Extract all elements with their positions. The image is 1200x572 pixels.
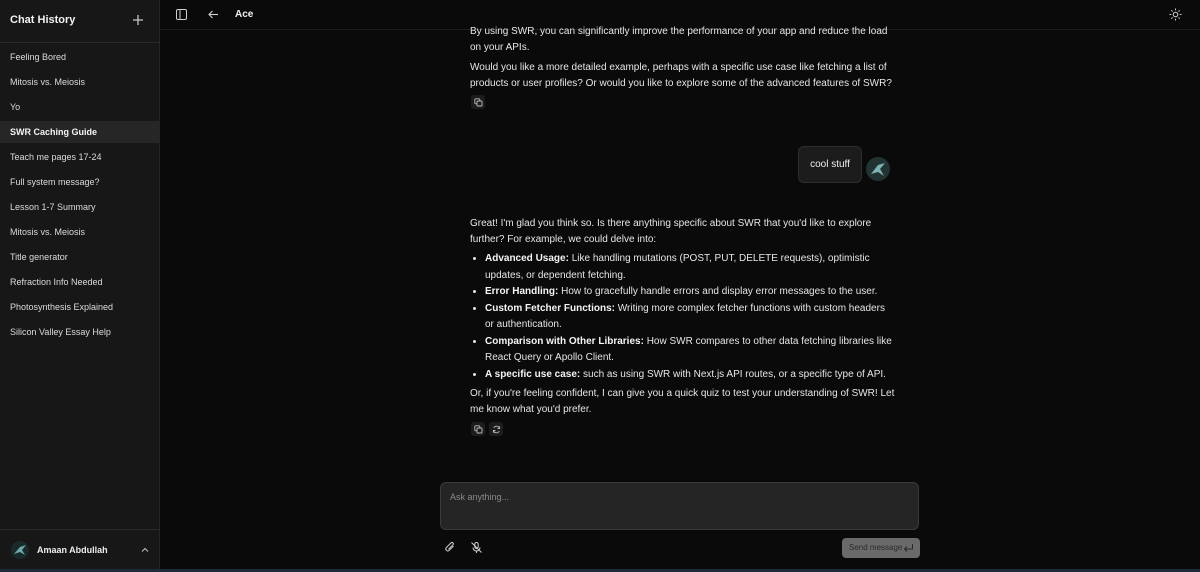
list-item: A specific use case: such as using SWR w…	[485, 367, 895, 384]
list-item: Advanced Usage: Like handling mutations …	[485, 251, 895, 284]
message-paragraph: Would you like a more detailed example, …	[470, 62, 892, 89]
copy-button[interactable]	[471, 95, 485, 109]
sidebar-item[interactable]: Full system message?	[0, 171, 159, 193]
sidebar-item[interactable]: Lesson 1-7 Summary	[0, 196, 159, 218]
sidebar-item[interactable]: Refraction Info Needed	[0, 271, 159, 293]
sidebar-header: Chat History	[0, 0, 159, 43]
list-item: Error Handling: How to gracefully handle…	[485, 284, 895, 301]
paperclip-icon[interactable]	[444, 541, 457, 554]
sidebar-item[interactable]: Mitosis vs. Meiosis	[0, 71, 159, 93]
sidebar-item[interactable]: Mitosis vs. Meiosis	[0, 221, 159, 243]
copy-icon	[473, 424, 482, 433]
sidebar-item[interactable]: Teach me pages 17-24	[0, 146, 159, 168]
copy-button[interactable]	[471, 422, 485, 436]
copy-icon	[473, 97, 482, 106]
message-list: Advanced Usage: Like handling mutations …	[470, 251, 895, 383]
avatar	[11, 541, 29, 559]
send-button-label: Send message	[849, 543, 903, 552]
message-input[interactable]	[448, 491, 912, 503]
sidebar-title: Chat History	[10, 14, 76, 26]
list-item-text: such as using SWR with Next.js API route…	[580, 368, 886, 380]
sidebar: Chat History Feeling Bored Mitosis vs. Me…	[0, 0, 160, 572]
message-actions	[471, 422, 503, 436]
message-paragraph: By using SWR, you can significantly impr…	[470, 26, 888, 53]
sidebar-item[interactable]: SWR Caching Guide	[0, 121, 159, 143]
user-message: cool stuff	[798, 146, 862, 183]
mic-off-icon[interactable]	[470, 541, 483, 554]
arrow-left-icon[interactable]	[207, 8, 220, 21]
chat-history-list: Feeling Bored Mitosis vs. Meiosis Yo SWR Ca…	[0, 46, 159, 346]
chevron-up-icon[interactable]	[140, 545, 150, 555]
list-item-heading: Comparison with Other Libraries:	[485, 335, 644, 347]
sidebar-footer[interactable]: Amaan Abdullah	[0, 529, 159, 572]
message-paragraph: Or, if you're feeling confident, I can g…	[470, 388, 895, 415]
sidebar-toggle-icon[interactable]	[175, 8, 188, 21]
message-paragraph: Great! I'm glad you think so. Is there a…	[470, 218, 872, 245]
list-item-text: How to gracefully handle errors and disp…	[558, 286, 878, 297]
sidebar-item[interactable]: Yo	[0, 96, 159, 118]
send-button[interactable]: Send message	[842, 538, 920, 558]
refresh-icon	[492, 425, 500, 433]
list-item-heading: Advanced Usage:	[485, 253, 569, 264]
sidebar-item[interactable]: Silicon Valley Essay Help	[0, 321, 159, 343]
list-item: Comparison with Other Libraries: How SWR…	[485, 334, 895, 367]
list-item-heading: Custom Fetcher Functions:	[485, 302, 616, 314]
regenerate-button[interactable]	[489, 422, 503, 436]
list-item: Custom Fetcher Functions: Writing more c…	[485, 301, 895, 334]
sidebar-item[interactable]: Photosynthesis Explained	[0, 296, 159, 318]
avatar	[866, 157, 890, 181]
list-item-heading: A specific use case:	[485, 368, 581, 380]
assistant-message: Great! I'm glad you think so. Is there a…	[470, 216, 895, 418]
user-name: Amaan Abdullah	[37, 545, 108, 555]
sidebar-item[interactable]: Title generator	[0, 246, 159, 268]
list-item-heading: Error Handling:	[485, 286, 559, 297]
message-input-box[interactable]	[440, 482, 919, 530]
plus-icon[interactable]	[131, 13, 145, 27]
sidebar-item[interactable]: Feeling Bored	[0, 46, 159, 68]
sun-icon[interactable]	[1169, 8, 1182, 21]
conversation-title: Ace	[235, 9, 254, 20]
message-actions	[471, 95, 485, 109]
assistant-message: By using SWR, you can significantly impr…	[470, 24, 895, 92]
enter-icon	[903, 544, 913, 552]
